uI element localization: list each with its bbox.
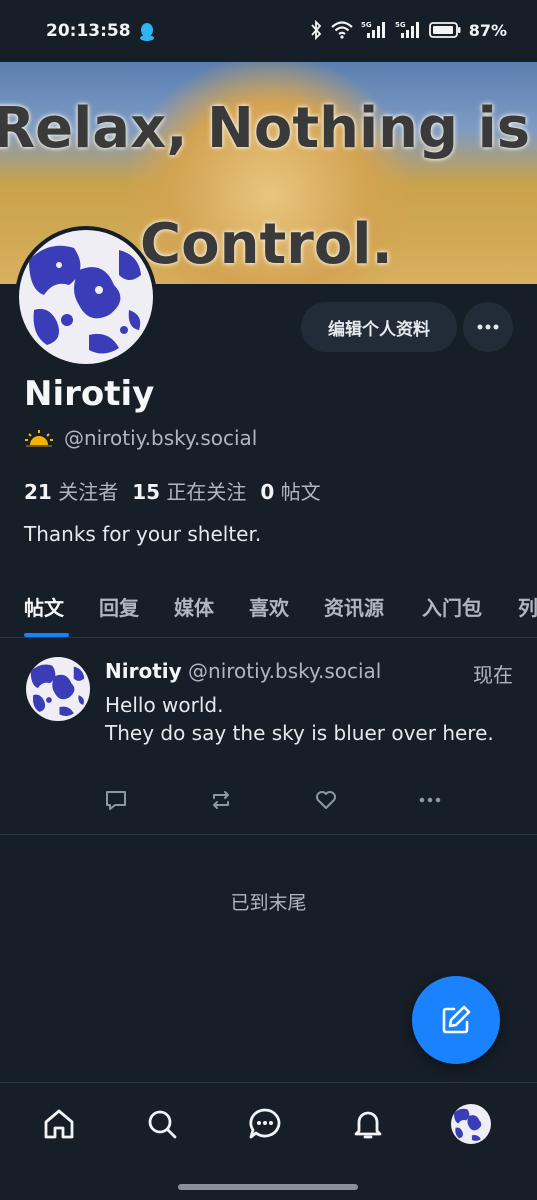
post-handle[interactable]: @nirotiy.bsky.social (188, 659, 381, 683)
profile-handle[interactable]: @nirotiy.bsky.social (64, 426, 257, 450)
tab-posts[interactable]: 帖文 (24, 592, 64, 621)
avatar-image (19, 230, 153, 364)
home-icon (44, 1109, 74, 1139)
post-more-icon[interactable] (417, 787, 443, 813)
chat-icon (249, 1108, 281, 1139)
active-tab-indicator (24, 633, 69, 637)
post-item[interactable]: Nirotiy @nirotiy.bsky.social 现在 Hello wo… (0, 639, 537, 835)
post-text-line2: They do say the sky is bluer over here. (105, 721, 494, 745)
followers-count: 21 (24, 480, 52, 504)
status-bar: 20:13:58 5G 5G 87% (0, 0, 537, 62)
post-text: Hello world. They do say the sky is blue… (105, 691, 515, 747)
more-dots-icon (477, 324, 499, 330)
feed-end-text: 已到末尾 (230, 892, 307, 914)
battery-icon (428, 22, 461, 38)
nav-avatar-image (451, 1104, 491, 1144)
bluetooth-icon (311, 20, 321, 40)
tab-media[interactable]: 媒体 (174, 592, 214, 621)
following-count: 15 (132, 480, 161, 504)
nav-search[interactable] (142, 1104, 182, 1144)
bell-icon (354, 1111, 382, 1139)
home-indicator[interactable] (178, 1184, 358, 1190)
compose-icon (442, 1005, 471, 1034)
status-icons: 5G 5G 87% (309, 20, 507, 40)
more-options-button[interactable] (463, 302, 513, 352)
svg-text:5G: 5G (395, 21, 406, 29)
status-time: 20:13:58 (46, 21, 131, 41)
following-stat[interactable]: 15 正在关注 (132, 476, 246, 505)
edit-profile-button[interactable]: 编辑个人资料 (301, 302, 457, 352)
posts-label: 帖文 (280, 480, 321, 504)
post-timestamp: 现在 (473, 663, 513, 687)
post-author[interactable]: Nirotiy (105, 659, 182, 683)
bottom-navigation (0, 1082, 537, 1200)
svg-text:5G: 5G (361, 21, 372, 29)
qq-icon (140, 23, 154, 41)
followers-label: 关注者 (58, 480, 119, 504)
battery-percent: 87% (468, 20, 507, 40)
wifi-icon (330, 21, 353, 39)
post-avatar-image (26, 657, 90, 721)
profile-stats: 21 关注者 15 正在关注 0 帖文 (24, 476, 321, 505)
banner-text-line1: Relax, Nothing is i (0, 96, 537, 161)
post-avatar[interactable] (26, 657, 90, 721)
post-actions (103, 787, 453, 813)
signal-5g-icon: 5G (361, 21, 385, 38)
post-header: Nirotiy @nirotiy.bsky.social (105, 659, 381, 683)
nav-chat[interactable] (245, 1104, 285, 1144)
profile-tabs: 帖文 回复 媒体 喜欢 资讯源 入门包 列 (0, 580, 537, 638)
search-icon (148, 1110, 177, 1139)
signal-5g-icon: 5G (395, 21, 419, 38)
nav-avatar (451, 1104, 491, 1144)
posts-stat: 0 帖文 (260, 476, 320, 505)
banner-text-line2: Control. (140, 212, 393, 277)
tab-feeds[interactable]: 资讯源 (324, 592, 384, 621)
like-icon[interactable] (313, 787, 339, 813)
nav-profile[interactable] (451, 1104, 491, 1144)
reply-icon[interactable] (103, 787, 129, 813)
followers-stat[interactable]: 21 关注者 (24, 476, 118, 505)
tab-likes[interactable]: 喜欢 (249, 592, 289, 621)
nav-home[interactable] (39, 1104, 79, 1144)
nav-notifications[interactable] (348, 1104, 388, 1144)
profile-avatar[interactable] (15, 226, 157, 368)
sunrise-icon (25, 430, 53, 447)
tab-lists[interactable]: 列 (518, 592, 537, 621)
profile-bio: Thanks for your shelter. (24, 522, 262, 546)
handle-row: @nirotiy.bsky.social (24, 426, 257, 450)
following-label: 正在关注 (166, 480, 247, 504)
tab-replies[interactable]: 回复 (99, 592, 139, 621)
compose-button[interactable] (412, 976, 500, 1064)
profile-display-name: Nirotiy (24, 374, 155, 414)
post-text-line1: Hello world. (105, 693, 224, 717)
posts-count: 0 (260, 480, 275, 504)
tab-starter-packs[interactable]: 入门包 (422, 592, 482, 621)
repost-icon[interactable] (208, 787, 234, 813)
